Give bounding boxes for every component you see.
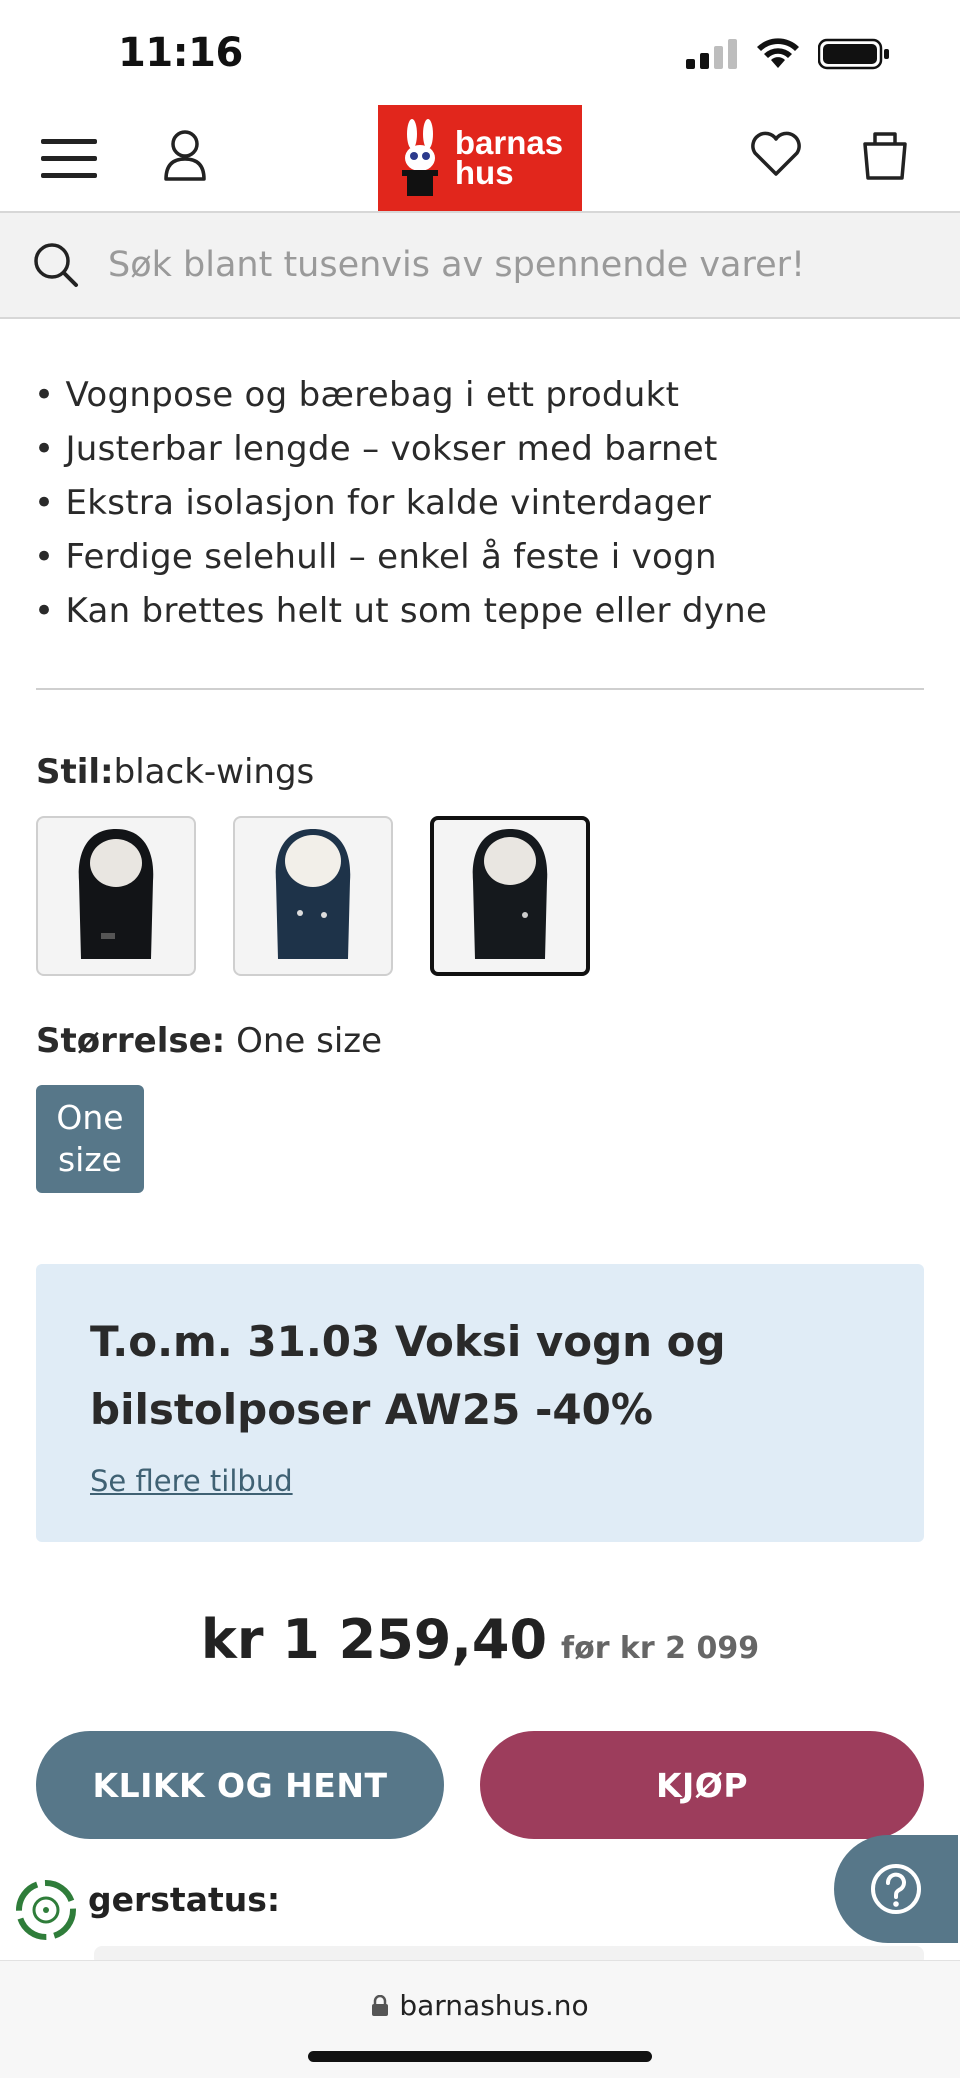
account-button[interactable] xyxy=(156,124,214,186)
style-swatch-2[interactable] xyxy=(233,816,393,976)
eco-badge-icon[interactable] xyxy=(14,1878,78,1942)
bunny-logo-icon xyxy=(401,119,438,196)
lock-icon xyxy=(372,1994,389,2016)
size-option-line2: size xyxy=(57,1140,122,1179)
price-row: kr 1 259,40 før kr 2 099 xyxy=(0,1608,960,1671)
stock-status-label: gerstatus: xyxy=(88,1880,281,1919)
promo-link[interactable]: Se flere tilbud xyxy=(90,1464,293,1498)
feature-item: Ekstra isolasjon for kalde vinterdager xyxy=(34,476,767,530)
heart-icon xyxy=(751,131,801,176)
feature-list: Vognpose og bærebag i ett produkt Juster… xyxy=(34,368,767,638)
feature-item: Kan brettes helt ut som teppe eller dyne xyxy=(34,584,767,638)
question-icon xyxy=(871,1864,921,1914)
url-display[interactable]: barnashus.no xyxy=(0,1989,960,2022)
promo-title: T.o.m. 31.03 Voksi vogn og bilstolposer … xyxy=(90,1317,726,1434)
url-text: barnashus.no xyxy=(399,1989,589,2022)
account-icon xyxy=(164,130,206,181)
logo-line2: hus xyxy=(454,154,514,191)
size-option-one-size[interactable]: One size xyxy=(36,1085,144,1193)
wishlist-button[interactable] xyxy=(748,126,804,182)
logo-wordmark: barnas hus xyxy=(454,126,563,191)
menu-button[interactable] xyxy=(38,128,100,190)
size-label: Størrelse: xyxy=(36,1021,226,1061)
style-swatch-1[interactable] xyxy=(36,816,196,976)
search-input[interactable] xyxy=(106,244,910,286)
brand-logo[interactable]: barnas hus xyxy=(378,105,582,211)
status-icons xyxy=(686,38,890,70)
buy-button[interactable]: KJØP xyxy=(480,1731,924,1839)
cart-icon xyxy=(863,132,907,180)
before-price: før kr 2 099 xyxy=(561,1631,760,1666)
wifi-icon xyxy=(757,38,799,68)
status-time: 11:16 xyxy=(118,30,243,76)
footmuff-image xyxy=(472,829,548,959)
divider xyxy=(36,688,924,690)
feature-item: Justerbar lengde – vokser med barnet xyxy=(34,422,767,476)
style-value: black-wings xyxy=(113,752,315,792)
click-and-collect-button[interactable]: KLIKK OG HENT xyxy=(36,1731,444,1839)
feature-item: Vognpose og bærebag i ett produkt xyxy=(34,368,767,422)
promo-banner: T.o.m. 31.03 Voksi vogn og bilstolposer … xyxy=(36,1264,924,1542)
style-swatches xyxy=(36,816,590,976)
size-option-line1: One xyxy=(56,1098,124,1137)
battery-icon xyxy=(818,38,889,70)
feature-item: Ferdige selehull – enkel å feste i vogn xyxy=(34,530,767,584)
current-price: kr 1 259,40 xyxy=(200,1608,548,1671)
style-label-row: Stil:black-wings xyxy=(36,752,314,792)
size-value: One size xyxy=(236,1021,383,1061)
home-indicator[interactable] xyxy=(308,2051,652,2062)
search-bar[interactable] xyxy=(0,211,960,319)
help-button[interactable] xyxy=(834,1835,958,1943)
footmuff-image xyxy=(78,829,154,959)
footmuff-image xyxy=(275,829,351,959)
size-label-row: Størrelse: One size xyxy=(36,1021,382,1061)
cart-button[interactable] xyxy=(858,124,912,184)
browser-bar: barnashus.no xyxy=(0,1960,960,2078)
cellular-signal-icon xyxy=(686,39,737,69)
style-swatch-3-selected[interactable] xyxy=(430,816,590,976)
menu-icon xyxy=(41,139,97,178)
search-icon xyxy=(34,243,78,287)
style-label: Stil: xyxy=(36,752,114,792)
